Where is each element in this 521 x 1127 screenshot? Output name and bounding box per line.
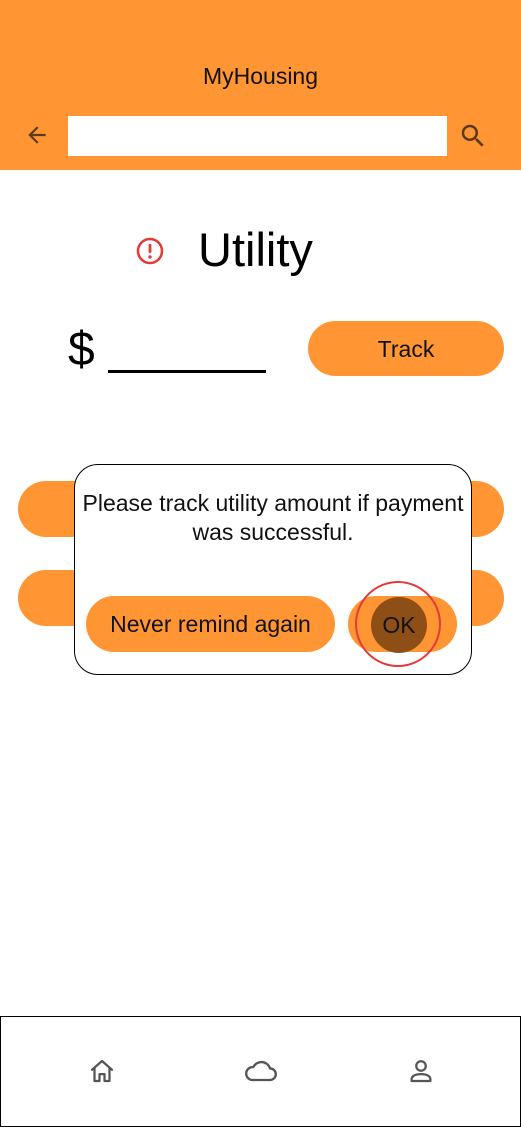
search-icon — [461, 124, 484, 147]
nav-home[interactable] — [84, 1053, 120, 1089]
home-icon — [90, 1059, 114, 1083]
back-button[interactable] — [20, 118, 54, 152]
amount-field[interactable] — [108, 370, 266, 373]
app-title: MyHousing — [202, 63, 319, 89]
reminder-dialog: Please track utility amount if payment w… — [74, 464, 472, 675]
bottom-navigation — [0, 1016, 521, 1127]
nav-profile[interactable] — [403, 1053, 439, 1089]
page-title: Utility — [198, 223, 313, 276]
search-input[interactable] — [68, 116, 447, 156]
alert-circle-icon — [136, 237, 164, 265]
never-remind-button[interactable]: Never remind again — [86, 596, 335, 652]
currency-symbol: $ — [68, 323, 95, 376]
ok-button[interactable]: OK — [371, 597, 427, 653]
track-button[interactable]: Track — [308, 321, 504, 376]
app-header: MyHousing — [0, 0, 521, 170]
dialog-message: Please track utility amount if payment w… — [82, 490, 464, 545]
cloud-icon — [245, 1060, 277, 1082]
search-button[interactable] — [455, 118, 491, 154]
arrow-back-icon — [28, 126, 46, 144]
nav-cloud[interactable] — [243, 1053, 279, 1089]
person-icon — [410, 1060, 432, 1083]
